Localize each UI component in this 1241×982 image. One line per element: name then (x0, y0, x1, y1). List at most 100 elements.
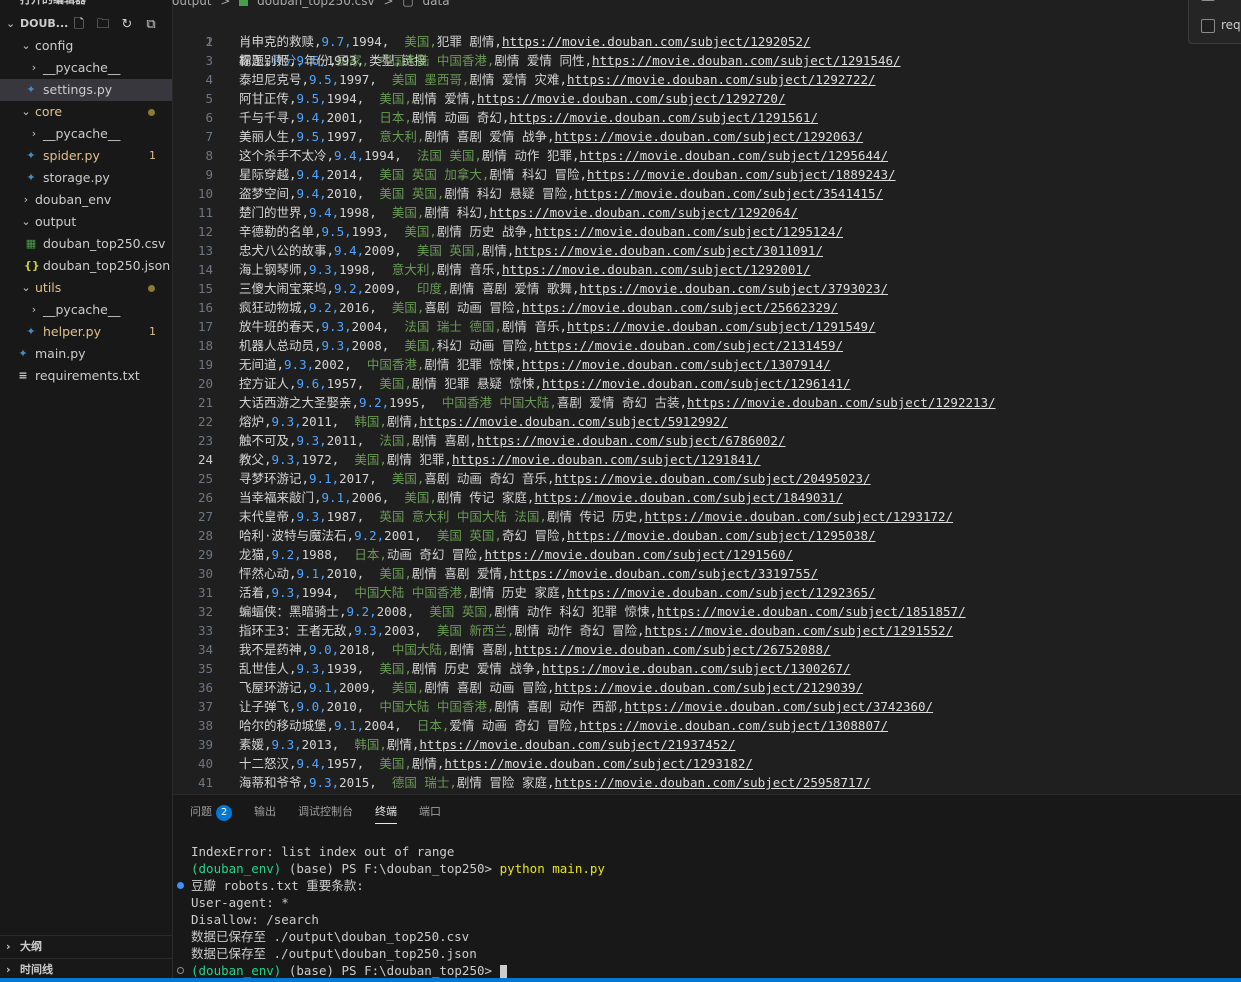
tree-item[interactable]: {} douban_top250.json (0, 255, 172, 277)
movie-url[interactable]: https://movie.douban.com/subject/1889243… (587, 167, 896, 182)
movie-url[interactable]: https://movie.douban.com/subject/6786002… (477, 433, 786, 448)
movie-url[interactable]: https://movie.douban.com/subject/1307914… (522, 357, 831, 372)
code-editor[interactable]: 1 标题,评分,年份,国家,类型,链接 2 肖申克的救赎,9.7,1994, 美国… (173, 10, 1241, 793)
movie-title: 机器人总动员, (239, 338, 322, 353)
movie-genre: 剧情 喜剧 动画 冒险, (424, 680, 555, 695)
movie-url[interactable]: https://movie.douban.com/subject/1291549… (567, 319, 876, 334)
breadcrumb-file[interactable]: douban_top250.csv (257, 0, 374, 8)
checkbox[interactable] (1201, 0, 1215, 1)
tab-output[interactable]: 输出 (254, 803, 276, 823)
csv-row: 怦然心动,9.1,2010, 美国,剧情 喜剧 爱情,https://movie… (239, 564, 818, 583)
movie-score: 9.0, (309, 642, 340, 657)
tree-item[interactable]: › __pycache__ (0, 57, 172, 79)
movie-url[interactable]: https://movie.douban.com/subject/3793023… (579, 281, 888, 296)
refresh-icon[interactable]: ↻ (118, 16, 136, 34)
tab-debug-console[interactable]: 调试控制台 (298, 803, 353, 823)
tree-item-label: utils (35, 280, 62, 295)
tree-item[interactable]: ▦ douban_top250.csv (0, 233, 172, 255)
tree-item[interactable]: ⌄ config (0, 35, 172, 57)
movie-url[interactable]: https://movie.douban.com/subject/1292064… (489, 205, 798, 220)
tab-ports[interactable]: 端口 (419, 803, 441, 823)
movie-genre: 剧情 喜剧, (449, 642, 515, 657)
tree-item[interactable]: ✦ settings.py (0, 79, 172, 101)
env-name: (douban_env) (191, 861, 282, 876)
movie-year: 2010, (326, 186, 365, 201)
movie-url[interactable]: https://movie.douban.com/subject/2566232… (522, 300, 838, 315)
tab-terminal[interactable]: 终端 (375, 803, 397, 824)
movie-url[interactable]: https://movie.douban.com/subject/1292720… (477, 91, 786, 106)
tree-item[interactable]: ✦ spider.py 1 (0, 145, 172, 167)
movie-country: 美国, (379, 566, 412, 581)
movie-url[interactable]: https://movie.douban.com/subject/1296141… (542, 376, 851, 391)
chevron-down-icon: ⌄ (6, 17, 16, 30)
movie-url[interactable]: https://movie.douban.com/subject/1300267… (542, 661, 851, 676)
tree-item[interactable]: ✦ main.py (0, 343, 172, 365)
movie-url[interactable]: https://movie.douban.com/subject/2049502… (554, 471, 870, 486)
movie-url[interactable]: https://movie.douban.com/subject/1292001… (502, 262, 811, 277)
movie-url[interactable]: https://movie.douban.com/subject/1295124… (534, 224, 843, 239)
python-file-icon: ✦ (26, 83, 36, 96)
tree-item[interactable]: › douban_env (0, 189, 172, 211)
open-editors-header[interactable]: 打开的编辑器 (0, 0, 172, 8)
movie-url[interactable]: https://movie.douban.com/subject/1293182… (444, 756, 753, 771)
movie-url[interactable]: https://movie.douban.com/subject/2595871… (554, 775, 870, 790)
outline-section[interactable]: › 大纲 (0, 935, 172, 958)
movie-genre: 剧情 动画 奇幻, (411, 110, 510, 125)
movie-url[interactable]: https://movie.douban.com/subject/2675208… (514, 642, 830, 657)
movie-url[interactable]: https://movie.douban.com/subject/1292052… (502, 34, 811, 49)
movie-url[interactable]: https://movie.douban.com/subject/3011091… (514, 243, 823, 258)
movie-url[interactable]: https://movie.douban.com/subject/1292722… (567, 72, 876, 87)
tab-problems[interactable]: 问题 2 (190, 803, 232, 823)
movie-title: 乱世佳人, (239, 661, 297, 676)
movie-url[interactable]: https://movie.douban.com/subject/1851857… (657, 604, 966, 619)
movie-url[interactable]: https://movie.douban.com/subject/1291546… (592, 53, 901, 68)
movie-url[interactable]: https://movie.douban.com/subject/1295038… (567, 528, 876, 543)
command-decoration-icon[interactable] (177, 882, 184, 889)
project-header[interactable]: ⌄ DOUB... 🗋 🗀 ↻ ⧉ (0, 14, 172, 36)
terminal[interactable]: IndexError: list index out of range (dou… (177, 843, 1231, 979)
breadcrumb-folder[interactable]: output (172, 0, 212, 8)
movie-url[interactable]: https://movie.douban.com/subject/2131459… (534, 338, 843, 353)
movie-url[interactable]: https://movie.douban.com/subject/1292213… (687, 395, 996, 410)
movie-url[interactable]: https://movie.douban.com/subject/1308807… (579, 718, 888, 733)
chevron-down-icon: ⌄ (21, 105, 31, 118)
movie-url[interactable]: https://movie.douban.com/subject/3319755… (509, 566, 818, 581)
tree-item[interactable]: ⌄ core (0, 101, 172, 123)
movie-url[interactable]: https://movie.douban.com/subject/1292365… (567, 585, 876, 600)
movie-title: 辛德勒的名单, (239, 224, 322, 239)
problems-count-badge: 2 (216, 805, 232, 821)
code-line: 1 标题,评分,年份,国家,类型,链接 (173, 13, 426, 68)
movie-score: 9.4, (296, 186, 327, 201)
new-folder-icon[interactable]: 🗀 (94, 16, 112, 34)
movie-url[interactable]: https://movie.douban.com/subject/5912992… (419, 414, 728, 429)
movie-url[interactable]: https://movie.douban.com/subject/1295644… (579, 148, 888, 163)
movie-url[interactable]: https://movie.douban.com/subject/1292063… (554, 129, 863, 144)
tree-item[interactable]: › __pycache__ (0, 299, 172, 321)
movie-url[interactable]: https://movie.douban.com/subject/1849031… (534, 490, 843, 505)
tree-item[interactable]: ⌄ output (0, 211, 172, 233)
tree-item[interactable]: › __pycache__ (0, 123, 172, 145)
checkbox[interactable] (1201, 19, 1215, 33)
tree-item[interactable]: ✦ helper.py 1 (0, 321, 172, 343)
breadcrumb-section[interactable]: data (423, 0, 450, 8)
movie-year: 2001, (384, 528, 422, 543)
movie-url[interactable]: https://movie.douban.com/subject/2193745… (419, 737, 735, 752)
movie-url[interactable]: https://movie.douban.com/subject/2129039… (554, 680, 863, 695)
movie-score: 9.4, (309, 205, 340, 220)
line-number: 26 (197, 490, 213, 505)
movie-url[interactable]: https://movie.douban.com/subject/1293172… (645, 509, 954, 524)
collapse-all-icon[interactable]: ⧉ (142, 16, 160, 34)
movie-url[interactable]: https://movie.douban.com/subject/3541415… (575, 186, 884, 201)
movie-url[interactable]: https://movie.douban.com/subject/1291552… (645, 623, 954, 638)
tree-item[interactable]: ⌄ utils (0, 277, 172, 299)
command-decoration-icon[interactable] (177, 967, 184, 974)
new-file-icon[interactable]: 🗋 (70, 16, 88, 34)
movie-country: 日本, (416, 718, 450, 733)
tree-item[interactable]: ✦ storage.py (0, 167, 172, 189)
movie-url[interactable]: https://movie.douban.com/subject/1291561… (509, 110, 818, 125)
movie-url[interactable]: https://movie.douban.com/subject/1291841… (452, 452, 761, 467)
movie-url[interactable]: https://movie.douban.com/subject/3742360… (625, 699, 934, 714)
movie-score: 9.6, (296, 53, 327, 68)
movie-url[interactable]: https://movie.douban.com/subject/1291560… (484, 547, 793, 562)
tree-item[interactable]: ≡ requirements.txt (0, 365, 172, 387)
